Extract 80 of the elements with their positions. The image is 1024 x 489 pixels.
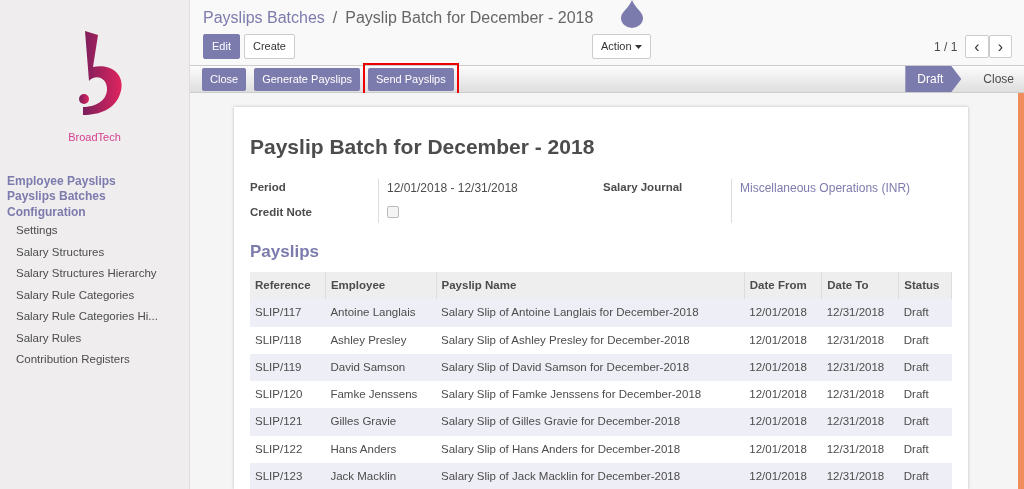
table-cell: Jack Macklin	[325, 462, 437, 489]
table-cell: 12/31/2018	[821, 381, 899, 409]
table-cell: Gilles Gravie	[325, 408, 437, 436]
menu-item[interactable]: Salary Rule Categories Hi...	[0, 306, 189, 328]
create-button[interactable]: Create	[243, 34, 295, 59]
table-cell: Draft	[898, 462, 952, 489]
action-dropdown[interactable]: Action	[592, 34, 651, 59]
table-cell: 12/01/2018	[744, 462, 822, 489]
caret-icon	[634, 45, 642, 50]
table-cell: Salary Slip of Gilles Gravie for December-2018	[436, 408, 745, 436]
table-cell: Salary Slip of David Samson for December-2018	[436, 353, 745, 381]
table-cell: Salary Slip of Antoine Langlais for December-2018	[436, 299, 745, 327]
menu-item[interactable]: Contribution Registers	[0, 349, 189, 371]
menu-item[interactable]: Salary Rules	[0, 327, 189, 349]
column-header[interactable]: Employee	[325, 272, 437, 300]
table-cell: 12/01/2018	[744, 326, 822, 354]
table-cell: 12/01/2018	[744, 381, 822, 409]
column-header[interactable]: Date From	[744, 272, 822, 300]
column-header[interactable]: Date To	[821, 272, 899, 300]
header-button[interactable]: Close	[202, 67, 247, 91]
table-cell: Antoine Langlais	[325, 299, 437, 327]
breadcrumb-separator: /	[332, 8, 338, 28]
table-cell: Salary Slip of Famke Jenssens for December-2018	[436, 381, 745, 409]
brand-name: BroadTech	[68, 130, 121, 145]
table-cell: 12/31/2018	[821, 299, 899, 327]
table-cell: 12/01/2018	[744, 299, 822, 327]
table-cell: Draft	[898, 435, 952, 463]
table-cell: SLIP/121	[250, 408, 326, 436]
column-header[interactable]: Payslip Name	[436, 272, 745, 300]
menu-item[interactable]: Settings	[0, 220, 189, 242]
table-cell: Hans Anders	[325, 435, 437, 463]
credit-note-checkbox[interactable]	[387, 205, 399, 218]
journal-link[interactable]: Miscellaneous Operations (INR)	[740, 178, 931, 197]
table-cell: SLIP/123	[250, 462, 326, 489]
header-button[interactable]: Generate Payslips	[254, 67, 360, 91]
table-cell: 12/01/2018	[744, 408, 822, 436]
breadcrumb-link[interactable]: Payslips Batches	[203, 6, 325, 30]
header-button[interactable]: Send Payslips	[368, 67, 454, 91]
menu-item[interactable]: Salary Structures	[0, 241, 189, 263]
table-cell: 12/31/2018	[821, 326, 899, 354]
table-cell: Salary Slip of Hans Anders for December-2018	[436, 435, 745, 463]
table-cell: Salary Slip of Ashley Presley for December-2018	[436, 326, 745, 354]
column-header[interactable]: Reference	[250, 272, 326, 300]
field-label: Period	[250, 179, 287, 195]
field-label: Credit Note	[250, 204, 313, 220]
status-stage[interactable]: Close	[961, 66, 1024, 92]
menu-item[interactable]: Salary Structures Hierarchy	[0, 263, 189, 285]
previous-button[interactable]: ‹	[965, 35, 989, 58]
table-cell: 12/31/2018	[821, 435, 899, 463]
table-cell: 12/31/2018	[821, 462, 899, 489]
pager-value: 1 / 1	[934, 38, 958, 56]
table-cell: Salary Slip of Jack Macklin for December-2018	[436, 462, 745, 489]
field-value: 12/01/2018 - 12/31/2018	[387, 179, 519, 197]
table-cell: 12/31/2018	[821, 408, 899, 436]
table-cell: SLIP/118	[250, 326, 326, 354]
next-button[interactable]: ›	[988, 35, 1012, 58]
field-label: Salary Journal	[603, 179, 684, 195]
status-stage[interactable]: Draft	[905, 66, 962, 92]
table-cell: SLIP/120	[250, 381, 326, 409]
record-title: Payslip Batch for December - 2018	[250, 134, 596, 160]
table-cell: Draft	[898, 381, 952, 409]
table-cell: SLIP/117	[250, 299, 326, 327]
menu-item[interactable]: Salary Rule Categories	[0, 284, 189, 306]
table-cell: 12/31/2018	[821, 353, 899, 381]
section-heading: Payslips	[250, 240, 320, 263]
table-cell: Famke Jenssens	[325, 381, 437, 409]
drop-icon	[621, 0, 643, 28]
table-cell: 12/01/2018	[744, 435, 822, 463]
table-cell: Draft	[898, 353, 952, 381]
edit-button[interactable]: Edit	[203, 34, 240, 59]
table-cell: Draft	[898, 326, 952, 354]
table-cell: Ashley Presley	[325, 326, 437, 354]
table-cell: SLIP/122	[250, 435, 326, 463]
table-cell: Draft	[898, 299, 952, 327]
table-cell: SLIP/119	[250, 353, 326, 381]
table-cell: 12/01/2018	[744, 353, 822, 381]
table-cell: David Samson	[325, 353, 437, 381]
breadcrumb-current: Payslip Batch for December - 2018	[345, 8, 594, 28]
column-header[interactable]: Status	[898, 272, 952, 300]
table-cell: Draft	[898, 408, 952, 436]
